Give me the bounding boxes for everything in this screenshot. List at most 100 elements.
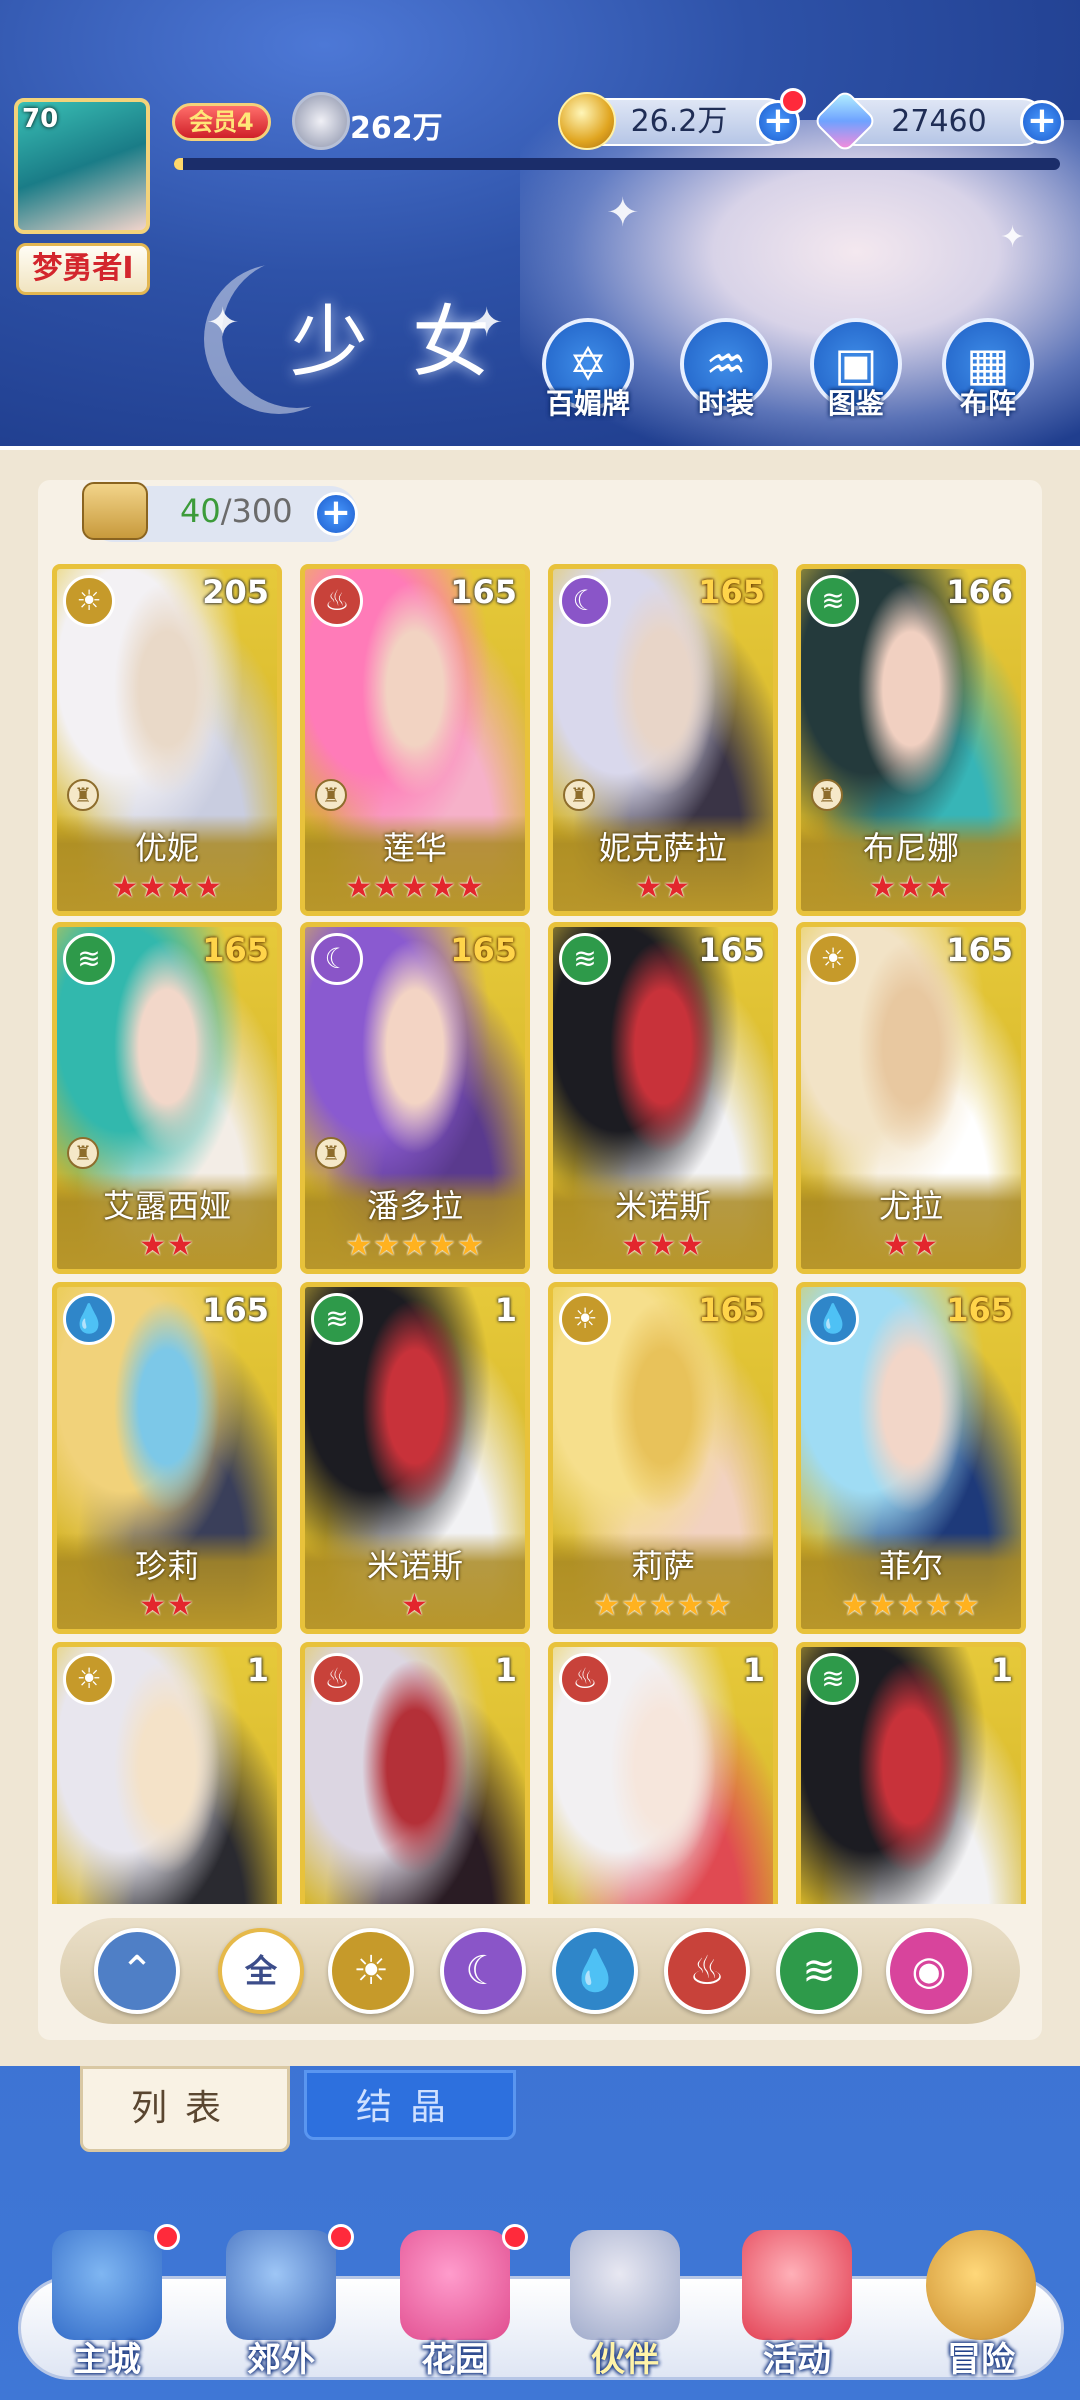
partner-stars: ★★ bbox=[139, 1228, 195, 1263]
partner-card[interactable]: ≋ 1 bbox=[796, 1642, 1026, 1904]
filter-wind-button[interactable]: ≋ bbox=[776, 1928, 862, 2014]
partner-name: 妮克萨拉 bbox=[598, 829, 727, 867]
partner-level: 165 bbox=[698, 573, 765, 611]
add-gems-button[interactable]: + bbox=[1020, 100, 1064, 144]
top-button-label: 图鉴 bbox=[827, 387, 884, 420]
exp-bar bbox=[174, 158, 1060, 170]
lock-icon: ♜ bbox=[811, 779, 843, 811]
nav-label: 伙伴 bbox=[591, 2340, 659, 2380]
nav-item-2[interactable]: 花园 bbox=[370, 2220, 540, 2390]
partner-level: 165 bbox=[946, 1291, 1013, 1329]
nav-label: 主城 bbox=[73, 2340, 141, 2380]
expand-inventory-button[interactable]: + bbox=[314, 492, 358, 536]
filter-love-button[interactable]: ◉ bbox=[886, 1928, 972, 2014]
droplet-icon: 💧 bbox=[807, 1293, 859, 1345]
nav-item-4[interactable]: 活动 bbox=[712, 2220, 882, 2390]
top-button-1[interactable]: ♒ 时装 bbox=[676, 318, 776, 428]
lock-icon: ♜ bbox=[67, 779, 99, 811]
crescent-icon: ☾ bbox=[311, 933, 363, 985]
nav-item-5[interactable]: 冒险 bbox=[896, 2220, 1066, 2390]
whirlwind-icon: ≋ bbox=[807, 1653, 859, 1705]
partner-card[interactable]: ☀ 205 ♜ 优妮 ★★★★ bbox=[52, 564, 282, 916]
exp-bar-fill bbox=[174, 158, 183, 170]
partner-card[interactable]: 💧 165 菲尔 ★★★★★ bbox=[796, 1282, 1026, 1634]
partner-name: 米诺斯 bbox=[614, 1187, 711, 1225]
heart-orb-icon: ◉ bbox=[911, 1948, 947, 1994]
top-button-0[interactable]: ✡ 百媚牌 bbox=[538, 318, 638, 428]
nav-item-0[interactable]: 主城 bbox=[22, 2220, 192, 2390]
partner-name: 艾露西娅 bbox=[102, 1187, 231, 1225]
vip-badge[interactable]: 会员4 bbox=[172, 103, 271, 141]
partner-card[interactable]: ☀ 1 bbox=[52, 1642, 282, 1904]
tab-crystal[interactable]: 结晶 bbox=[304, 2070, 516, 2140]
partner-card-grid: ☀ 205 ♜ 优妮 ★★★★ ♨ 165 ♜ 莲华 ★★★★★ ☾ 165 ♜ 妮克萨拉 ★★ ≋ 166 ♜ 布… bbox=[52, 564, 1028, 1904]
partner-card[interactable]: 💧 165 珍莉 ★★ bbox=[52, 1282, 282, 1634]
whirlwind-icon: ≋ bbox=[311, 1293, 363, 1345]
droplet-icon: 💧 bbox=[570, 1948, 620, 1994]
sparkle-icon: ✦ bbox=[1000, 220, 1026, 255]
partner-name: 菲尔 bbox=[878, 1547, 943, 1585]
whirlwind-icon: ≋ bbox=[63, 933, 115, 985]
filter-light-button[interactable]: ☀ bbox=[328, 1928, 414, 2014]
partner-level: 1 bbox=[246, 1651, 269, 1689]
sun-icon: ☀ bbox=[559, 1293, 611, 1345]
partner-name: 布尼娜 bbox=[862, 829, 959, 867]
partner-stars: ★★★★ bbox=[111, 870, 223, 905]
partner-name: 优妮 bbox=[134, 829, 199, 867]
filter-all-button[interactable]: 全 bbox=[218, 1928, 304, 2014]
partner-card[interactable]: ☾ 165 ♜ 潘多拉 ★★★★★ bbox=[300, 922, 530, 1274]
flame-icon: ♨ bbox=[559, 1653, 611, 1705]
crescent-icon: ☾ bbox=[465, 1948, 501, 1994]
player-level: 70 bbox=[22, 104, 59, 134]
filter-water-button[interactable]: 💧 bbox=[552, 1928, 638, 2014]
nav-item-3[interactable]: 伙伴 bbox=[540, 2220, 710, 2390]
partner-level: 165 bbox=[450, 573, 517, 611]
partner-level: 165 bbox=[202, 1291, 269, 1329]
partner-level: 1 bbox=[494, 1651, 517, 1689]
partner-level: 165 bbox=[698, 1291, 765, 1329]
partner-card[interactable]: ☀ 165 尤拉 ★★ bbox=[796, 922, 1026, 1274]
partner-name: 莉萨 bbox=[630, 1547, 695, 1585]
partner-card[interactable]: ☀ 165 莉萨 ★★★★★ bbox=[548, 1282, 778, 1634]
lock-icon: ♜ bbox=[563, 779, 595, 811]
partner-card[interactable]: ≋ 166 ♜ 布尼娜 ★★★ bbox=[796, 564, 1026, 916]
player-name[interactable]: 梦勇者I bbox=[16, 243, 150, 295]
compass-sword-icon bbox=[926, 2230, 1036, 2340]
partner-card[interactable]: ☾ 165 ♜ 妮克萨拉 ★★ bbox=[548, 564, 778, 916]
partner-name: 莲华 bbox=[382, 829, 447, 867]
partner-stars: ★★★★★ bbox=[593, 1588, 733, 1623]
partner-card[interactable]: ♨ 1 bbox=[548, 1642, 778, 1904]
nav-label: 郊外 bbox=[247, 2340, 315, 2380]
filter-dark-button[interactable]: ☾ bbox=[440, 1928, 526, 2014]
backpack-icon bbox=[82, 482, 148, 540]
partner-level: 1 bbox=[494, 1291, 517, 1329]
nav-item-1[interactable]: 郊外 bbox=[196, 2220, 366, 2390]
partner-portrait-icon bbox=[570, 2230, 680, 2340]
partner-card[interactable]: ♨ 1 bbox=[300, 1642, 530, 1904]
collapse-filter-button[interactable]: ⌃ bbox=[94, 1928, 180, 2014]
partner-name: 珍莉 bbox=[134, 1547, 199, 1585]
flame-icon: ♨ bbox=[311, 1653, 363, 1705]
filter-fire-button[interactable]: ♨ bbox=[664, 1928, 750, 2014]
partner-card[interactable]: ♨ 165 ♜ 莲华 ★★★★★ bbox=[300, 564, 530, 916]
partner-card[interactable]: ≋ 1 米诺斯 ★ bbox=[300, 1282, 530, 1634]
top-button-2[interactable]: ▣ 图鉴 bbox=[806, 318, 906, 428]
lock-icon: ♜ bbox=[315, 779, 347, 811]
flame-icon: ♨ bbox=[689, 1948, 725, 1994]
partner-card[interactable]: ≋ 165 ♜ 艾露西娅 ★★ bbox=[52, 922, 282, 1274]
lock-icon: ♜ bbox=[67, 1137, 99, 1169]
tab-list[interactable]: 列表 bbox=[80, 2066, 290, 2152]
whirlwind-icon: ≋ bbox=[559, 933, 611, 985]
partner-stars: ★ bbox=[401, 1588, 429, 1623]
notification-dot bbox=[154, 2224, 180, 2250]
top-button-3[interactable]: ▦ 布阵 bbox=[938, 318, 1038, 428]
sun-icon: ☀ bbox=[63, 575, 115, 627]
partner-stars: ★★★★★ bbox=[841, 1588, 981, 1623]
partner-card[interactable]: ≋ 165 米诺斯 ★★★ bbox=[548, 922, 778, 1274]
gold-coin-icon bbox=[558, 92, 616, 150]
element-filter-bar bbox=[60, 1918, 1020, 2024]
notification-dot bbox=[780, 88, 806, 114]
castle-icon bbox=[52, 2230, 162, 2340]
sun-icon: ☀ bbox=[353, 1948, 389, 1994]
partner-level: 1 bbox=[742, 1651, 765, 1689]
